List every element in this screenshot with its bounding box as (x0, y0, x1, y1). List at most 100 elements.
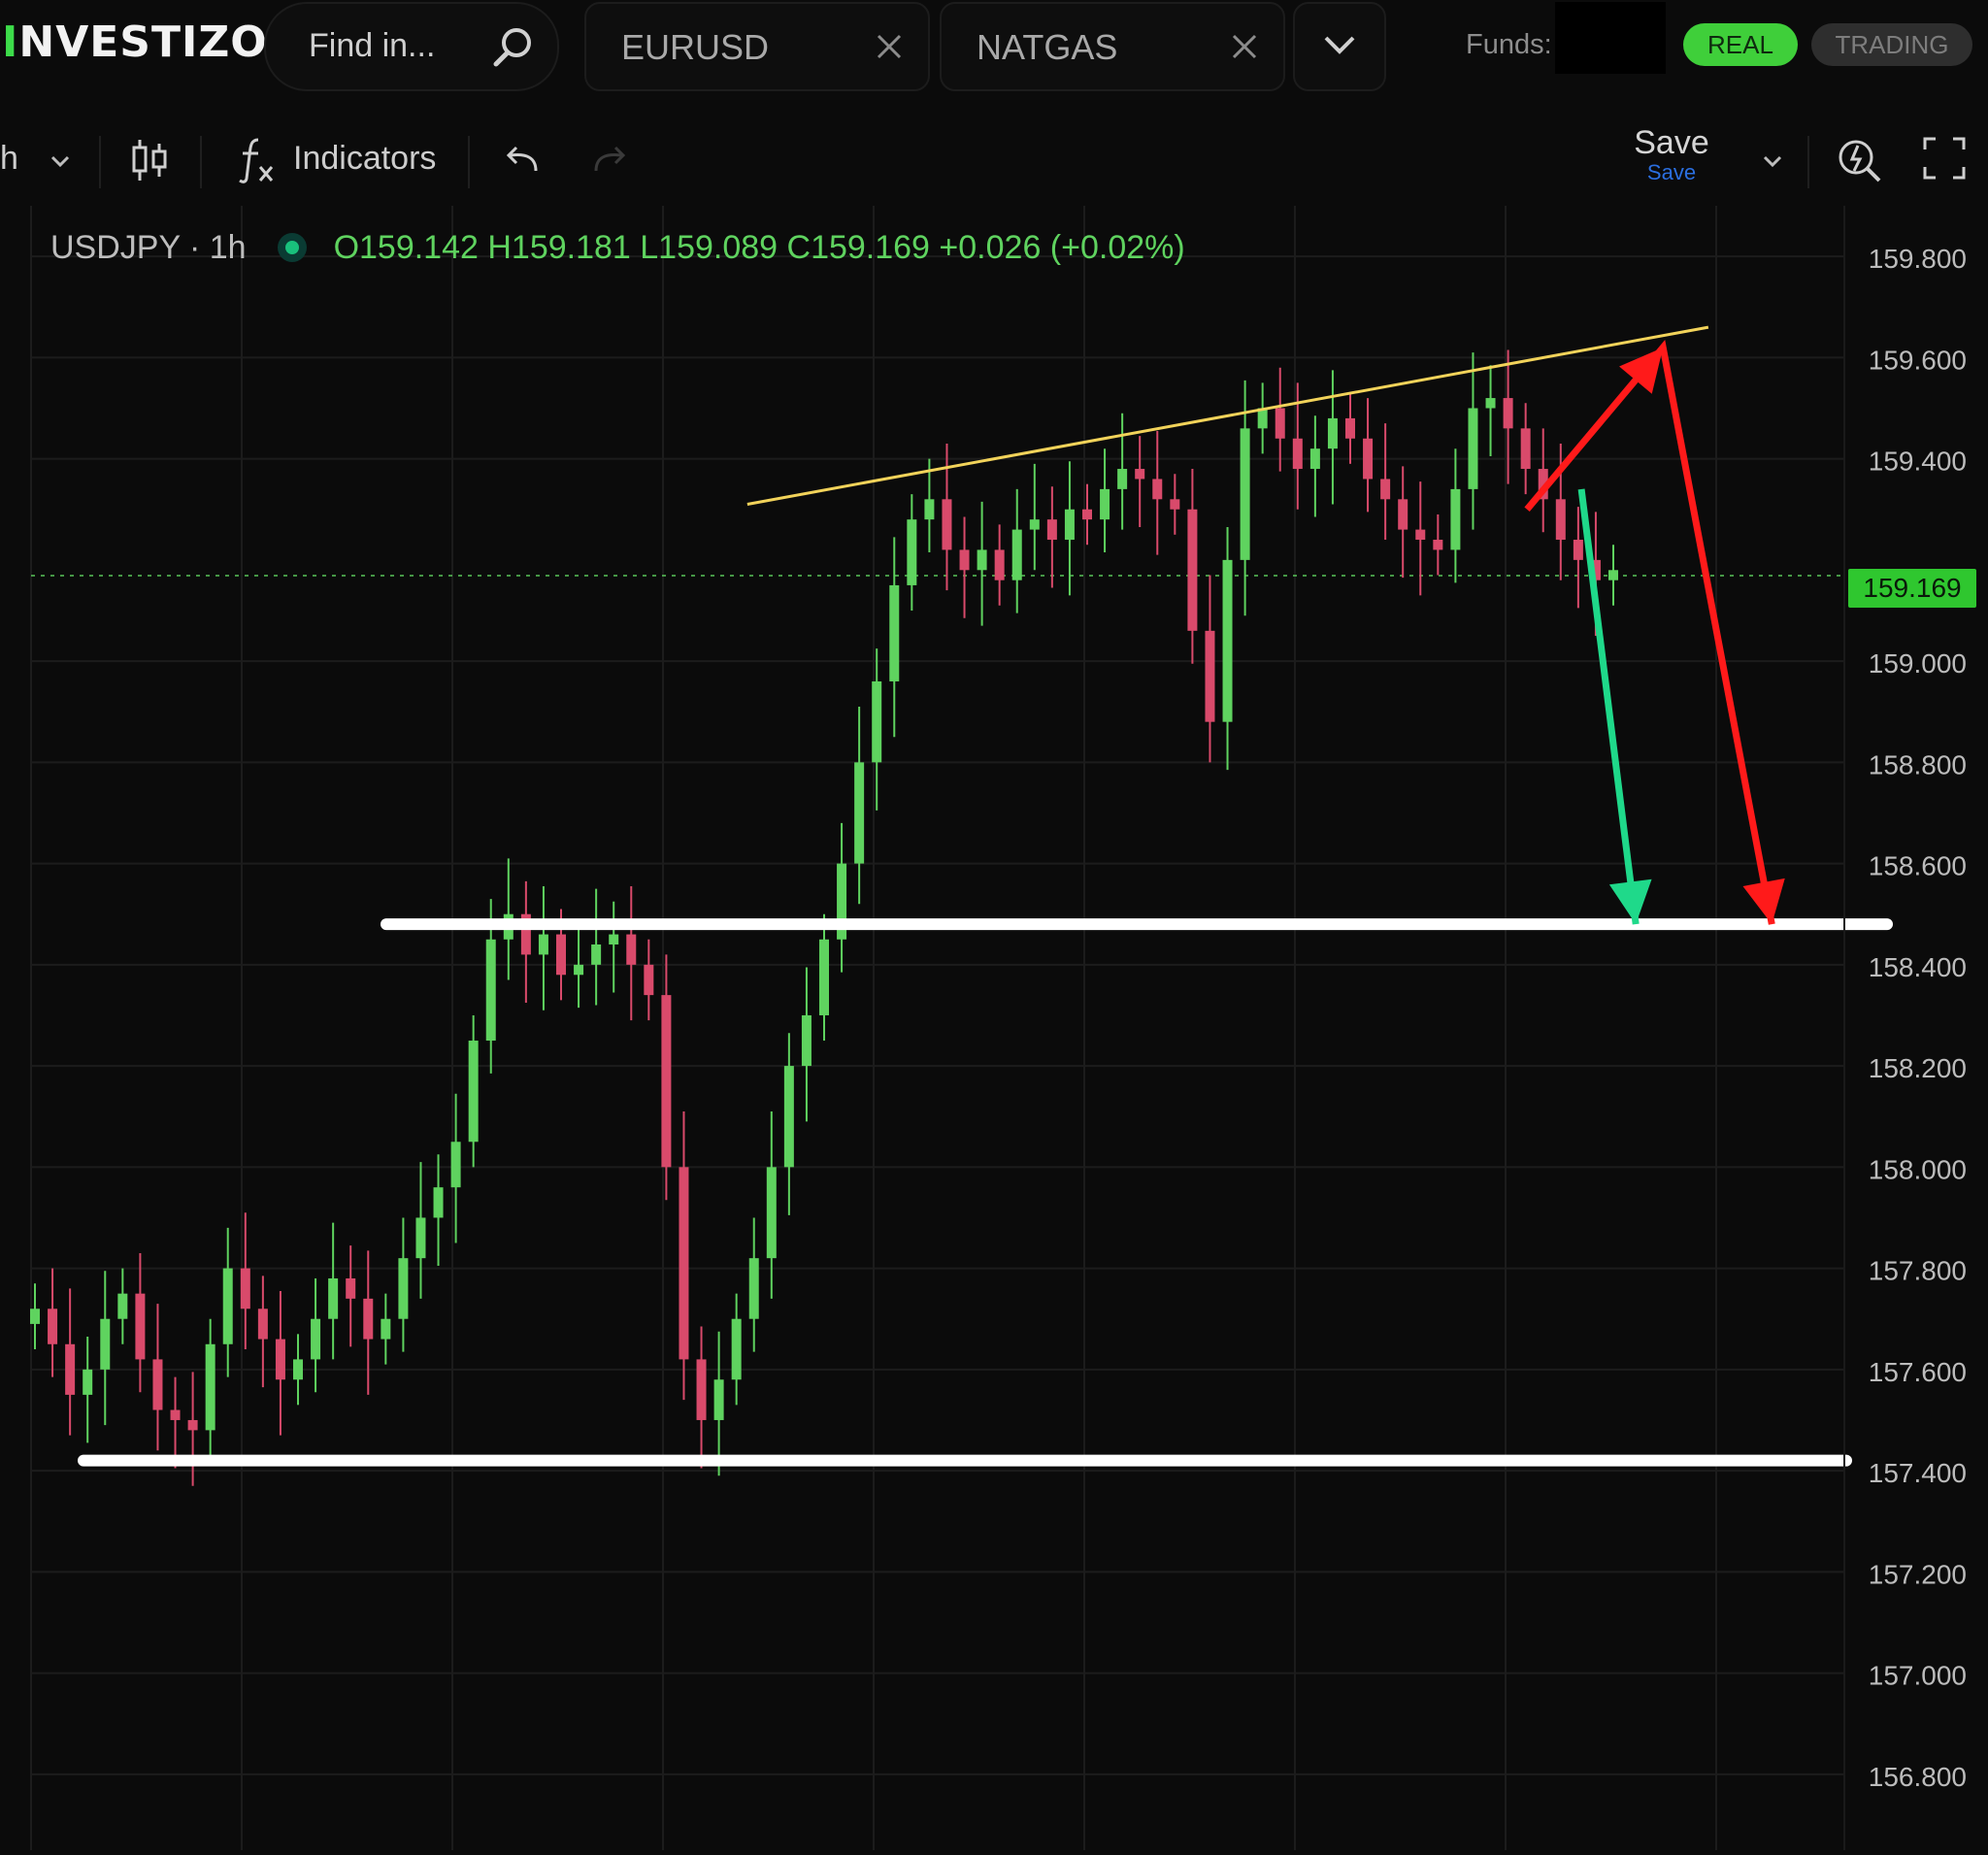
fullscreen-icon[interactable] (1922, 136, 1967, 181)
green-projection-arrow-shaft (1577, 488, 1640, 925)
candle-body (1064, 509, 1075, 541)
chevron-down-icon (1324, 36, 1355, 54)
indicators-label: Indicators (293, 140, 437, 177)
candle-body (170, 1409, 181, 1420)
candle-body (450, 1142, 461, 1188)
candle-body (1011, 529, 1022, 580)
funds-value-redacted (1555, 2, 1666, 74)
candle-body (117, 1293, 128, 1319)
toolbar-divider (468, 136, 470, 188)
candle-body (1468, 408, 1478, 489)
candle-body (65, 1343, 76, 1395)
chart-canvas[interactable]: 159.800 159.600 159.400 159.000 158.800 158.6… (0, 206, 1988, 1850)
candle-body (415, 1217, 426, 1259)
candle-body (363, 1298, 374, 1340)
candle-body (1503, 398, 1513, 429)
chart-legend: USDJPY · 1h O159.142 H159.181 L159.089 C1… (50, 229, 1185, 267)
candles-chart-type-icon[interactable] (130, 136, 169, 184)
candle-body (801, 1014, 812, 1067)
candle-body (257, 1308, 268, 1340)
candle-body (696, 1359, 707, 1420)
save-label: Save (1634, 124, 1709, 161)
candle-body (381, 1318, 391, 1340)
candle-body (609, 934, 619, 944)
tab-label: NATGAS (977, 27, 1118, 67)
candle-body (1029, 519, 1040, 530)
candle-body (433, 1187, 444, 1218)
logo-text: NVESTIZO (18, 17, 268, 67)
save-button[interactable]: Save Save (1613, 124, 1730, 185)
save-sub-label: Save (1646, 160, 1697, 184)
candle-body (766, 1167, 777, 1259)
tab-label: EURUSD (621, 27, 770, 67)
redo-icon[interactable] (590, 144, 629, 177)
candle-body (1292, 438, 1303, 470)
candle-body (1363, 438, 1374, 480)
close-icon[interactable] (876, 33, 903, 60)
candle-body (240, 1268, 250, 1309)
candle-body (661, 995, 672, 1168)
candle-body (1117, 469, 1128, 489)
candle-body (819, 939, 829, 1015)
candle-body (854, 762, 865, 864)
candle-body (959, 549, 970, 571)
candle-body (591, 944, 602, 965)
candle-body (942, 499, 952, 550)
chevron-down-icon[interactable] (1761, 153, 1784, 169)
candle-body (135, 1293, 146, 1360)
y-axis-tick-label: 157.000 (1869, 1661, 1967, 1691)
undo-icon[interactable] (503, 144, 542, 177)
search-input[interactable]: Find in... (309, 27, 435, 65)
y-axis-tick-label: 158.200 (1869, 1053, 1967, 1083)
candle-body (1152, 479, 1163, 500)
close-icon[interactable] (1231, 33, 1258, 60)
candle-body (275, 1339, 285, 1380)
candle-body (1205, 630, 1215, 722)
tab-eurusd[interactable]: EURUSD (584, 2, 930, 91)
current-price-tag: 159.169 (1848, 569, 1976, 608)
candle-body (1187, 509, 1198, 631)
candle-body (293, 1359, 303, 1380)
candle-body (1398, 499, 1408, 530)
candle-body (907, 519, 917, 585)
green-projection-arrow-head (1608, 878, 1652, 925)
red-projection-arrow-shaft (1524, 339, 1775, 925)
real-mode-button[interactable]: REAL (1683, 23, 1798, 66)
interval-selector[interactable]: h (0, 140, 18, 178)
quick-search-icon[interactable] (1833, 134, 1885, 186)
y-axis-tick-label: 157.200 (1869, 1559, 1967, 1589)
more-tabs-button[interactable] (1293, 2, 1386, 91)
candle-body (1608, 570, 1618, 580)
toolbar-divider (99, 136, 101, 188)
resistance-trendline (746, 325, 1709, 507)
candle-body (1100, 488, 1110, 520)
tab-natgas[interactable]: NATGAS (940, 2, 1285, 91)
candle-body (731, 1318, 742, 1380)
y-axis-tick-label: 159.800 (1869, 244, 1967, 274)
price-chart[interactable]: 159.800 159.600 159.400 159.000 158.800 158.6… (0, 206, 1988, 1850)
trading-mode-button[interactable]: TRADING (1811, 23, 1972, 66)
candle-body (679, 1167, 689, 1360)
symbol-interval: USDJPY · 1h (50, 229, 247, 266)
chart-toolbar: h Indicators Save Save (0, 115, 1988, 204)
logo-letter: I (2, 17, 19, 67)
app-logo[interactable]: INVESTIZO (2, 17, 268, 67)
candle-body (556, 934, 566, 976)
candle-body (311, 1318, 321, 1360)
candle-body (1450, 488, 1461, 550)
search-box[interactable]: Find in... (264, 2, 559, 91)
candle-body (1573, 540, 1583, 560)
candle-body (1082, 509, 1092, 520)
candle-body (152, 1359, 163, 1410)
search-icon[interactable] (489, 23, 536, 70)
candle-body (100, 1318, 111, 1370)
market-status-icon (277, 233, 307, 262)
toolbar-divider (200, 136, 202, 188)
candle-body (1240, 428, 1250, 560)
candle-body (222, 1268, 233, 1344)
function-fx-icon (239, 138, 274, 183)
chevron-down-icon[interactable] (49, 153, 72, 169)
candle-body (485, 939, 496, 1042)
candle-body (1345, 417, 1355, 439)
candle-body (644, 964, 654, 996)
